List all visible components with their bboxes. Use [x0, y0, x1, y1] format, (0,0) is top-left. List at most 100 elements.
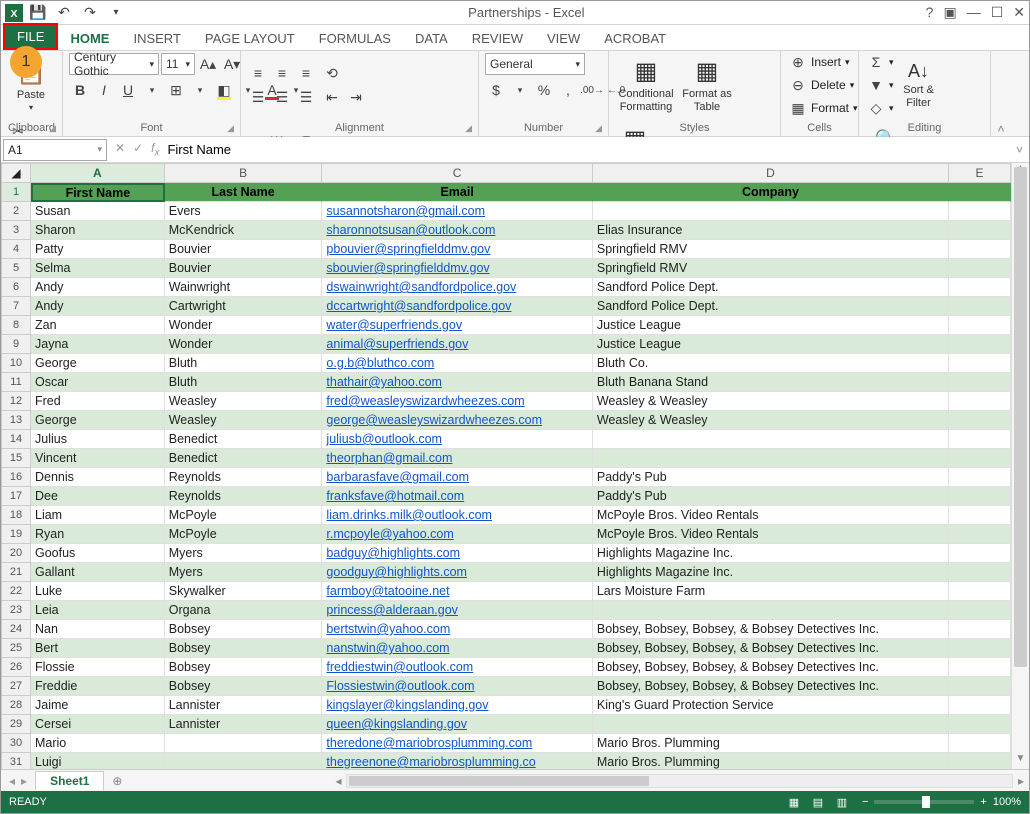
cell[interactable]: Luigi: [31, 753, 165, 769]
increase-decimal-icon[interactable]: .00→: [581, 79, 603, 101]
increase-indent-icon[interactable]: ⇥: [345, 86, 367, 108]
insert-cells-button[interactable]: ⊕Insert▾: [787, 51, 858, 73]
row-header[interactable]: 16: [1, 468, 31, 487]
cell[interactable]: [949, 544, 1011, 563]
collapse-ribbon-icon[interactable]: ˄: [991, 51, 1011, 136]
cell[interactable]: kingslayer@kingslanding.gov: [322, 696, 592, 715]
cell[interactable]: [949, 506, 1011, 525]
add-sheet-icon[interactable]: ⊕: [104, 774, 130, 788]
cell[interactable]: o.g.b@bluthco.com: [322, 354, 592, 373]
email-link[interactable]: farmboy@tatooine.net: [326, 584, 449, 598]
cell[interactable]: thegreenone@mariobrosplumming.co: [322, 753, 592, 769]
row-header[interactable]: 24: [1, 620, 31, 639]
cell[interactable]: Luke: [31, 582, 165, 601]
cell[interactable]: Bert: [31, 639, 165, 658]
cell[interactable]: [949, 449, 1011, 468]
cell[interactable]: theredone@mariobrosplumming.com: [322, 734, 592, 753]
cell[interactable]: Bobsey: [165, 658, 323, 677]
fx-icon[interactable]: fx: [151, 141, 159, 158]
email-link[interactable]: liam.drinks.milk@outlook.com: [326, 508, 492, 522]
cell[interactable]: [593, 715, 949, 734]
cell[interactable]: McPoyle: [165, 506, 323, 525]
cell[interactable]: Email: [322, 183, 592, 202]
launcher-icon[interactable]: ◢: [465, 123, 472, 134]
percent-format-icon[interactable]: %: [533, 79, 555, 101]
launcher-icon[interactable]: ◢: [49, 123, 56, 134]
font-name-combo[interactable]: Century Gothic▾: [69, 53, 159, 75]
cell[interactable]: theorphan@gmail.com: [322, 449, 592, 468]
cell[interactable]: Wainwright: [165, 278, 323, 297]
cell[interactable]: Wonder: [165, 316, 323, 335]
email-link[interactable]: george@weasleyswizardwheezes.com: [326, 413, 542, 427]
align-right-icon[interactable]: ☰: [295, 86, 317, 108]
select-all-button[interactable]: ◢: [1, 163, 31, 183]
cell[interactable]: r.mcpoyle@yahoo.com: [322, 525, 592, 544]
sort-filter-button[interactable]: A↓Sort & Filter: [898, 53, 940, 117]
comma-format-icon[interactable]: ,: [557, 79, 579, 101]
row-header[interactable]: 4: [1, 240, 31, 259]
email-link[interactable]: Flossiestwin@outlook.com: [326, 679, 474, 693]
tab-data[interactable]: DATA: [403, 27, 460, 50]
scroll-left-icon[interactable]: ◂: [330, 774, 346, 788]
row-header[interactable]: 25: [1, 639, 31, 658]
redo-icon[interactable]: ↷: [79, 2, 101, 24]
row-header[interactable]: 30: [1, 734, 31, 753]
cell[interactable]: sbouvier@springfielddmv.gov: [322, 259, 592, 278]
fill-color-icon[interactable]: ◧: [213, 79, 235, 101]
cell[interactable]: Ryan: [31, 525, 165, 544]
cell[interactable]: george@weasleyswizardwheezes.com: [322, 411, 592, 430]
row-header[interactable]: 8: [1, 316, 31, 335]
email-link[interactable]: thathair@yahoo.com: [326, 375, 442, 389]
cell[interactable]: dswainwright@sandfordpolice.gov: [322, 278, 592, 297]
cell[interactable]: Cersei: [31, 715, 165, 734]
cell[interactable]: [593, 449, 949, 468]
cell[interactable]: Goofus: [31, 544, 165, 563]
format-cells-button[interactable]: ▦Format▾: [787, 97, 858, 119]
email-link[interactable]: princess@alderaan.gov: [326, 603, 458, 617]
cell[interactable]: [949, 696, 1011, 715]
cell[interactable]: [165, 734, 323, 753]
orientation-icon[interactable]: ⟲: [321, 62, 343, 84]
cell[interactable]: Skywalker: [165, 582, 323, 601]
cell[interactable]: Bluth Co.: [593, 354, 949, 373]
cell[interactable]: Justice League: [593, 335, 949, 354]
font-color-icon[interactable]: A: [261, 79, 283, 101]
cell[interactable]: Dennis: [31, 468, 165, 487]
email-link[interactable]: o.g.b@bluthco.com: [326, 356, 434, 370]
cell[interactable]: Bobsey: [165, 677, 323, 696]
cancel-formula-icon[interactable]: ✕: [115, 141, 125, 158]
cell[interactable]: [949, 316, 1011, 335]
scroll-thumb[interactable]: [349, 776, 649, 786]
cell[interactable]: King's Guard Protection Service: [593, 696, 949, 715]
scroll-thumb[interactable]: [1014, 167, 1027, 667]
cell[interactable]: Reynolds: [165, 468, 323, 487]
cell[interactable]: [949, 620, 1011, 639]
cell[interactable]: [949, 430, 1011, 449]
italic-button[interactable]: I: [93, 79, 115, 101]
cell[interactable]: freddiestwin@outlook.com: [322, 658, 592, 677]
cell[interactable]: Myers: [165, 563, 323, 582]
cell[interactable]: Wonder: [165, 335, 323, 354]
row-header[interactable]: 23: [1, 601, 31, 620]
format-as-table-button[interactable]: ▦Format as Table: [681, 53, 733, 117]
cell[interactable]: Oscar: [31, 373, 165, 392]
email-link[interactable]: franksfave@hotmail.com: [326, 489, 464, 503]
cell[interactable]: Springfield RMV: [593, 259, 949, 278]
clear-icon[interactable]: ◇: [865, 97, 887, 119]
email-link[interactable]: nanstwin@yahoo.com: [326, 641, 449, 655]
cell[interactable]: Gallant: [31, 563, 165, 582]
cell[interactable]: liam.drinks.milk@outlook.com: [322, 506, 592, 525]
tab-acrobat[interactable]: ACROBAT: [592, 27, 678, 50]
email-link[interactable]: pbouvier@springfielddmv.gov: [326, 242, 490, 256]
email-link[interactable]: water@superfriends.gov: [326, 318, 462, 332]
cell[interactable]: George: [31, 354, 165, 373]
email-link[interactable]: theredone@mariobrosplumming.com: [326, 736, 532, 750]
cell[interactable]: Weasley: [165, 392, 323, 411]
email-link[interactable]: barbarasfave@gmail.com: [326, 470, 469, 484]
normal-view-icon[interactable]: ▦: [782, 793, 806, 811]
cell[interactable]: Elias Insurance: [593, 221, 949, 240]
cell[interactable]: Bobsey, Bobsey, Bobsey, & Bobsey Detecti…: [593, 658, 949, 677]
cell[interactable]: [949, 259, 1011, 278]
chevron-down-icon[interactable]: ▾: [189, 79, 211, 101]
row-header[interactable]: 18: [1, 506, 31, 525]
